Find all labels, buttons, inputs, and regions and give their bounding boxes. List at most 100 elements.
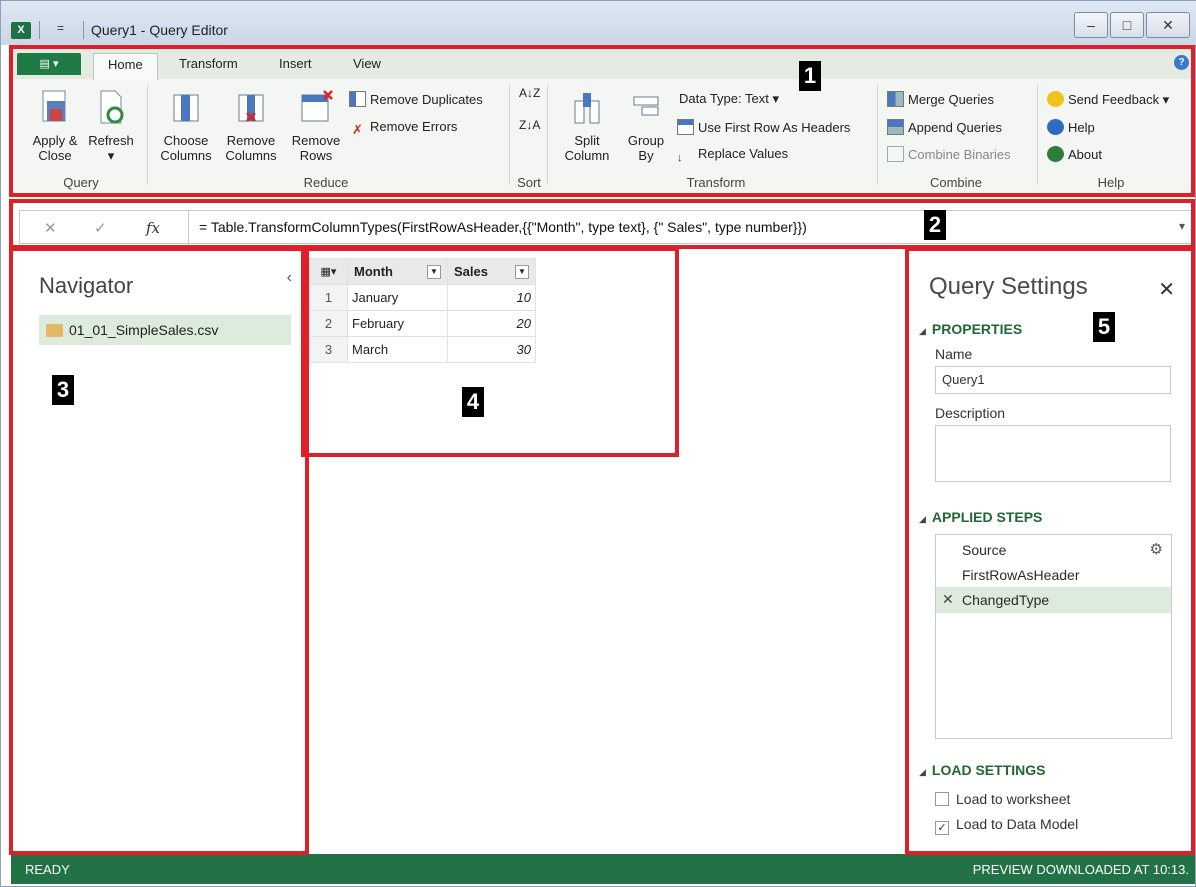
combine-binaries-button[interactable]: Combine Binaries <box>887 146 1011 162</box>
choose-columns-label: Choose Columns <box>160 133 212 163</box>
remove-duplicates-label: Remove Duplicates <box>370 92 483 107</box>
cell-sales[interactable]: 20 <box>447 310 536 337</box>
append-queries-icon <box>887 119 904 135</box>
help-button[interactable]: Help <box>1047 119 1095 135</box>
remove-columns-label: Remove Columns <box>225 133 277 163</box>
remove-rows-button[interactable]: Remove Rows <box>287 87 345 163</box>
group-label-combine: Combine <box>929 175 983 190</box>
cell-month[interactable]: January <box>347 284 448 311</box>
cell-month[interactable]: February <box>347 310 448 337</box>
cancel-icon[interactable]: ✕ <box>44 219 57 237</box>
refresh-button[interactable]: Refresh ▾ <box>85 87 137 163</box>
minimize-button[interactable]: – <box>1074 12 1108 38</box>
step-label: FirstRowAsHeader <box>962 567 1080 583</box>
section-applied-steps[interactable]: ◢ APPLIED STEPS <box>919 509 1042 525</box>
load-to-data-model-checkbox[interactable]: ✓ Load to Data Model <box>935 816 1078 835</box>
group-label-sort: Sort <box>517 175 541 190</box>
apply-close-icon <box>42 90 66 122</box>
use-first-row-headers-label: Use First Row As Headers <box>698 120 851 135</box>
collapse-triangle-icon: ◢ <box>919 767 926 777</box>
data-type-dropdown[interactable]: Data Type: Text ▾ <box>679 91 779 107</box>
tab-insert[interactable]: Insert <box>279 56 312 71</box>
group-separator <box>547 85 548 185</box>
about-button[interactable]: About <box>1047 146 1102 162</box>
remove-columns-icon <box>238 94 264 122</box>
data-type-label: Data Type: Text ▾ <box>679 91 779 106</box>
replace-values-icon: ↓ <box>677 152 683 164</box>
section-load-settings[interactable]: ◢ LOAD SETTINGS <box>919 762 1045 778</box>
step-source[interactable]: Source ⚙ <box>936 537 1171 563</box>
checkbox-box[interactable] <box>935 792 949 806</box>
formula-input[interactable]: = Table.TransformColumnTypes(FirstRowAsH… <box>188 211 1167 243</box>
load-to-worksheet-checkbox[interactable]: Load to worksheet <box>935 791 1070 807</box>
confirm-icon[interactable]: ✓ <box>94 219 107 237</box>
cell-month[interactable]: March <box>347 336 448 363</box>
merge-queries-icon <box>887 91 904 107</box>
tab-view[interactable]: View <box>353 56 381 71</box>
column-header-month[interactable]: Month ▼ <box>347 258 448 285</box>
table-row[interactable]: 3 March 30 <box>309 336 536 363</box>
description-input[interactable] <box>935 425 1171 482</box>
append-queries-button[interactable]: Append Queries <box>887 119 1002 135</box>
status-preview: PREVIEW DOWNLOADED AT 10:13. <box>972 862 1189 877</box>
navigator-item-label: 01_01_SimpleSales.csv <box>69 322 219 338</box>
table-corner-menu[interactable]: ▦▾ <box>309 258 348 285</box>
step-first-row-as-header[interactable]: FirstRowAsHeader <box>936 562 1171 588</box>
tab-transform[interactable]: Transform <box>179 56 238 71</box>
section-applied-steps-label: APPLIED STEPS <box>931 509 1043 525</box>
remove-duplicates-button[interactable]: Remove Duplicates <box>349 91 483 107</box>
group-label-help: Help <box>1097 175 1125 190</box>
cell-sales[interactable]: 10 <box>447 284 536 311</box>
column-header-label: Sales <box>454 264 488 279</box>
remove-errors-label: Remove Errors <box>370 119 458 134</box>
column-header-sales[interactable]: Sales ▼ <box>447 258 536 285</box>
remove-errors-button[interactable]: ✗ Remove Errors <box>349 119 457 138</box>
group-by-button[interactable]: Group By <box>623 87 669 163</box>
remove-rows-icon <box>301 90 333 122</box>
formula-expand-icon[interactable]: ▾ <box>1179 219 1185 233</box>
cell-sales[interactable]: 30 <box>447 336 536 363</box>
filter-dropdown-icon[interactable]: ▼ <box>427 265 441 279</box>
fx-icon[interactable]: fx <box>146 219 160 237</box>
quick-access-dropdown[interactable]: = <box>57 21 64 35</box>
split-column-button[interactable]: Split Column <box>555 87 619 163</box>
checkbox-box[interactable]: ✓ <box>935 821 949 835</box>
section-properties[interactable]: ◢ PROPERTIES <box>919 321 1022 337</box>
tab-home[interactable]: Home <box>93 53 158 80</box>
table-row[interactable]: 2 February 20 <box>309 310 536 337</box>
apply-close-label: Apply & Close <box>32 133 78 163</box>
apply-close-button[interactable]: Apply & Close <box>27 87 83 163</box>
gear-icon[interactable]: ⚙ <box>1150 540 1163 558</box>
file-tab[interactable]: ▤ ▾ <box>17 53 81 75</box>
refresh-dropdown-arrow: ▾ <box>107 148 115 163</box>
name-input[interactable]: Query1 <box>935 366 1171 394</box>
sort-ascending-button[interactable]: A↓Z <box>519 87 540 99</box>
ribbon-tabs: ▤ ▾ Home Transform Insert View ? <box>11 47 1195 80</box>
table-row[interactable]: 1 January 10 <box>309 284 536 311</box>
query-editor-window: X = Query1 - Query Editor – □ ✕ ▤ ▾ Home… <box>0 0 1196 887</box>
split-column-icon <box>574 93 600 124</box>
delete-step-icon[interactable]: ✕ <box>942 591 954 608</box>
filter-dropdown-icon[interactable]: ▼ <box>515 265 529 279</box>
merge-queries-label: Merge Queries <box>908 92 994 107</box>
use-first-row-headers-button[interactable]: Use First Row As Headers <box>677 119 850 135</box>
maximize-button[interactable]: □ <box>1110 12 1144 38</box>
group-by-label: Group By <box>627 133 665 163</box>
close-button[interactable]: ✕ <box>1146 12 1190 38</box>
navigator-item-csv[interactable]: 01_01_SimpleSales.csv <box>39 315 291 345</box>
title-separator <box>39 21 40 39</box>
annotation-marker: 1 <box>799 61 821 91</box>
annotation-marker: 5 <box>1093 312 1115 342</box>
step-changed-type[interactable]: ✕ ChangedType <box>936 587 1171 613</box>
send-feedback-button[interactable]: Send Feedback ▾ <box>1047 91 1169 108</box>
combine-binaries-icon <box>887 146 904 162</box>
merge-queries-button[interactable]: Merge Queries <box>887 91 994 107</box>
remove-columns-button[interactable]: Remove Columns <box>217 87 285 163</box>
annotation-marker: 4 <box>462 387 484 417</box>
ribbon-help-icon[interactable]: ? <box>1174 55 1189 70</box>
collapse-navigator-icon[interactable]: ‹ <box>287 269 292 287</box>
replace-values-button[interactable]: ↓ Replace Values <box>677 146 788 168</box>
choose-columns-button[interactable]: Choose Columns <box>157 87 215 163</box>
sort-descending-button[interactable]: Z↓A <box>519 119 540 131</box>
close-settings-icon[interactable]: ✕ <box>1158 277 1175 302</box>
